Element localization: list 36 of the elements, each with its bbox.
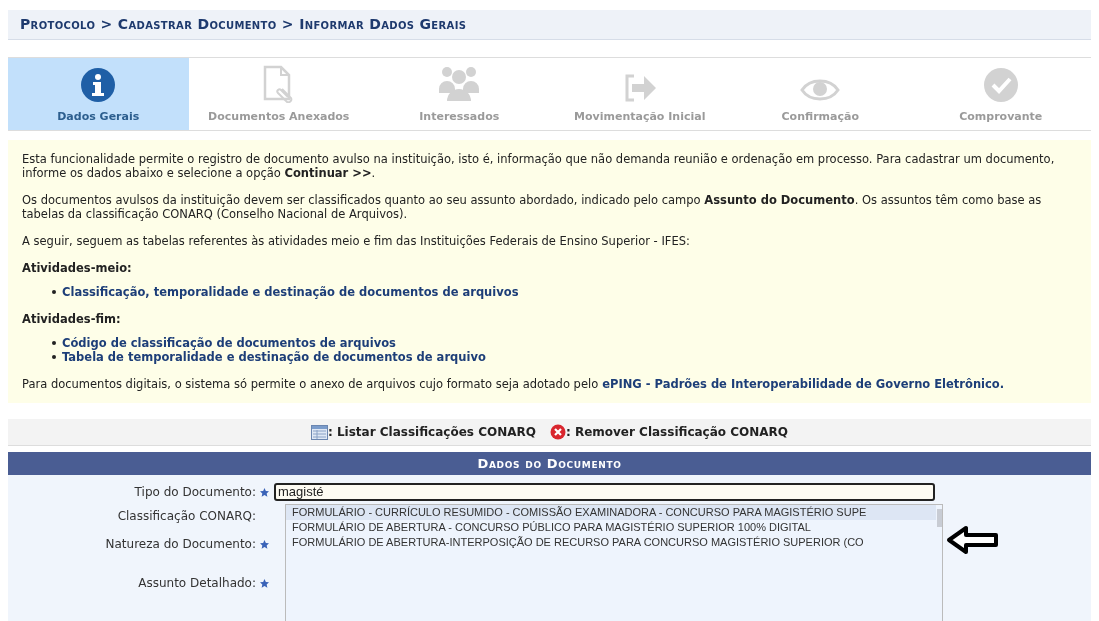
suggestion-item[interactable]: FORMULÁRIO - CURRÍCULO RESUMIDO - COMISSÃO EXAMINADORA - CONCURSO PARA MAGISTÉRIO SUPE	[286, 505, 936, 520]
arrow-left-icon	[946, 525, 1000, 555]
bullet-icon	[52, 341, 56, 345]
check-circle-icon	[982, 66, 1019, 103]
info-paragraph: A seguir, seguem as tabelas referentes às atividades meio e fim das Instituições Federais de Ensino Superior - IFES:	[22, 234, 691, 248]
document-table-link[interactable]: Classificação, temporalidade e destinação de documentos de arquivos	[62, 285, 519, 299]
action-link[interactable]: : Remover Classificação CONARQ	[565, 423, 788, 441]
wizard-step[interactable]: Dados Gerais	[8, 58, 189, 130]
info-paragraph: Os documentos avulsos da instituição devem ser classificados quanto ao seu assunto abordado, indicado pelo campo Assunto do Documento. Os assuntos têm como base as tabelas da classificação CONARQ (Conselho Nacional de Arquivos).	[22, 193, 1043, 221]
table-icon[interactable]	[311, 424, 328, 440]
field-label: Tipo do Documento:	[134, 484, 256, 501]
form-header: Dados do Documento	[8, 452, 1091, 475]
info-paragraph: Esta funcionalidade permite o registro de documento avulso na instituição, isto é, informação que não demanda reunião e ordenação em processo. Para cadastrar um documento, informe os dados abaixo e selecione a opção Continuar >>.	[22, 152, 1056, 180]
field-label: Natureza do Documento:	[105, 536, 256, 553]
field-label: Assunto Detalhado:	[138, 575, 256, 592]
action-link[interactable]: : Listar Classificações CONARQ	[328, 423, 536, 441]
bullet-icon	[52, 355, 56, 359]
info-paragraph: Para documentos digitais, o sistema só permite o anexo de arquivos cujo formato seja adotado pelo	[22, 377, 599, 391]
bullet-icon	[52, 290, 56, 294]
people-icon	[438, 64, 481, 103]
scrollbar[interactable]	[937, 509, 942, 527]
info-icon	[80, 66, 117, 103]
required-star-icon	[260, 539, 269, 549]
required-star-icon	[260, 487, 269, 497]
section-heading: Atividades-meio:	[22, 261, 133, 275]
breadcrumb: Protocolo > Cadastrar Documento > Informar Dados Gerais	[8, 10, 1091, 40]
document-table-link[interactable]: Código de classificação de documentos de arquivos	[62, 336, 396, 350]
remove-icon[interactable]	[549, 424, 566, 440]
document-type-field[interactable]: magisté	[274, 483, 935, 501]
suggestion-item[interactable]: FORMULÁRIO DE ABERTURA - CONCURSO PÚBLICO PARA MAGISTÉRIO SUPERIOR 100% DIGITAL	[286, 520, 936, 535]
document-table-link[interactable]: Tabela de temporalidade e destinação de documentos de arquivo	[62, 350, 486, 364]
suggestion-item[interactable]: FORMULÁRIO DE ABERTURA-INTERPOSIÇÃO DE RECURSO PARA CONCURSO MAGISTÉRIO SUPERIOR (CO	[286, 535, 936, 550]
required-star-icon	[260, 578, 269, 588]
section-heading: Atividades-fim:	[22, 312, 122, 326]
eping-link[interactable]: ePING - Padrões de Interoperabilidade de Governo Eletrônico.	[602, 377, 1005, 391]
field-label: Classificação CONARQ:	[117, 508, 256, 525]
